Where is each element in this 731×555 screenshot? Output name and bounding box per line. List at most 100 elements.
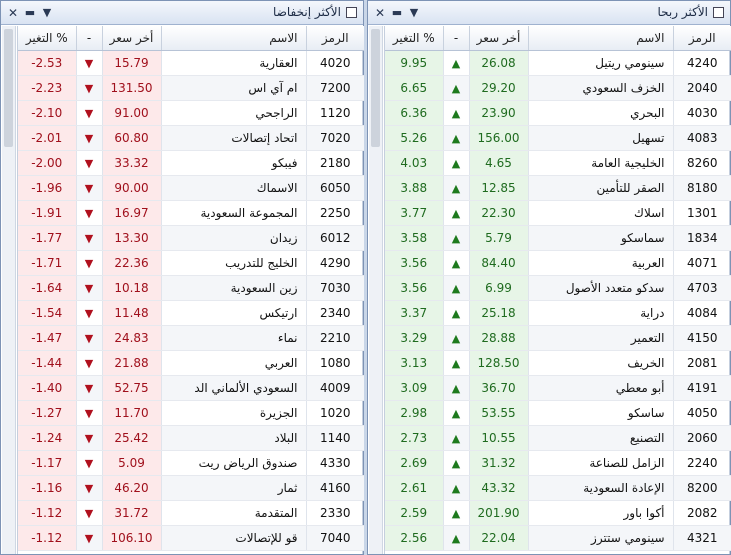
table-row[interactable]: -1.27 ▼ 11.70 الجزيرة 1020 [18,400,364,426]
name-cell: الاسماك [161,175,307,201]
name-cell: قو للإتصالات [161,525,307,551]
scrollbar-thumb[interactable] [371,29,380,147]
symbol-cell: 2180 [306,150,364,176]
table-row[interactable]: 3.56 ▲ 84.40 العربية 4071 [385,250,731,276]
price-cell: 53.55 [469,400,529,426]
top-gainers-titlebar: ✕ ▬ ▼ الأكثر ربحا [368,1,730,25]
table-row[interactable]: -2.53 ▼ 15.79 العقارية 4020 [18,50,364,76]
table-row[interactable]: 9.95 ▲ 26.08 سينومي ريتيل 4240 [385,50,731,76]
symbol-cell: 6012 [306,225,364,251]
table-row[interactable]: -2.01 ▼ 60.80 اتحاد إتصالات 7020 [18,125,364,151]
arrow-up-icon: ▲ [451,206,461,220]
change-cell: -1.12 [18,525,77,551]
change-cell: 5.26 [385,125,444,151]
vertical-scrollbar[interactable] [369,26,383,554]
table-row[interactable]: 2.56 ▲ 22.04 سينومي ستترز 4321 [385,525,731,551]
price-cell: 15.79 [102,50,162,76]
scrollbar-thumb[interactable] [4,29,13,147]
trend-cell: ▲ [443,500,470,526]
table-row[interactable]: -2.23 ▼ 131.50 ام آي اس 7200 [18,75,364,101]
name-cell: الخليج للتدريب [161,250,307,276]
table-row[interactable]: -1.44 ▼ 21.88 العربي 1080 [18,350,364,376]
panel-title: الأكثر إنخفاضا [273,5,341,19]
table-row[interactable]: 3.09 ▲ 36.70 أبو معطي 4191 [385,375,731,401]
table-row[interactable]: 3.13 ▲ 128.50 الخريف 2081 [385,350,731,376]
change-cell: -1.47 [18,325,77,351]
change-cell: -1.91 [18,200,77,226]
table-row[interactable]: 3.77 ▲ 22.30 اسلاك 1301 [385,200,731,226]
close-icon[interactable]: ✕ [372,4,388,21]
table-row[interactable]: -1.12 ▼ 31.72 المتقدمة 2330 [18,500,364,526]
minimize-icon[interactable]: ▬ [22,4,38,21]
table-row[interactable]: -1.71 ▼ 22.36 الخليج للتدريب 4290 [18,250,364,276]
table-row[interactable]: 3.37 ▲ 25.18 دراية 4084 [385,300,731,326]
price-cell: 25.42 [102,425,162,451]
change-cell: 6.65 [385,75,444,101]
header-dash[interactable]: - [443,26,470,51]
header-name[interactable]: الاسم [161,26,307,51]
dropdown-menu-icon[interactable]: ▼ [39,4,55,21]
name-cell: أبو معطي [528,375,674,401]
arrow-up-icon: ▲ [451,156,461,170]
close-icon[interactable]: ✕ [5,4,21,21]
symbol-cell: 4150 [673,325,731,351]
table-row[interactable]: 2.73 ▲ 10.55 التصنيع 2060 [385,425,731,451]
header-symbol[interactable]: الرمز [673,26,731,51]
table-row[interactable]: 2.61 ▲ 43.32 الإعادة السعودية 8200 [385,475,731,501]
trend-cell: ▼ [76,75,103,101]
symbol-cell: 7200 [306,75,364,101]
header-change[interactable]: التغير % [18,26,77,51]
table-row[interactable]: -1.54 ▼ 11.48 ارتيكس 2340 [18,300,364,326]
table-row[interactable]: -1.17 ▼ 5.09 صندوق الرياض ريت 4330 [18,450,364,476]
trend-cell: ▼ [76,325,103,351]
price-cell: 12.85 [469,175,529,201]
arrow-down-icon: ▼ [84,406,94,420]
change-cell: 3.77 [385,200,444,226]
minimize-icon[interactable]: ▬ [389,4,405,21]
table-row[interactable]: -1.96 ▼ 90.00 الاسماك 6050 [18,175,364,201]
table-row[interactable]: -1.40 ▼ 52.75 السعودي الألماني الد 4009 [18,375,364,401]
table-row[interactable]: -1.24 ▼ 25.42 البلاد 1140 [18,425,364,451]
arrow-up-icon: ▲ [451,406,461,420]
arrow-down-icon: ▼ [84,56,94,70]
arrow-up-icon: ▲ [451,531,461,545]
name-cell: الإعادة السعودية [528,475,674,501]
trend-cell: ▼ [76,525,103,551]
header-dash[interactable]: - [76,26,103,51]
name-cell: المتقدمة [161,500,307,526]
header-price[interactable]: أخر سعر [102,26,162,51]
name-cell: ارتيكس [161,300,307,326]
arrow-up-icon: ▲ [451,231,461,245]
header-change[interactable]: التغير % [385,26,444,51]
vertical-scrollbar[interactable] [2,26,16,554]
name-cell: التعمير [528,325,674,351]
table-row[interactable]: -1.12 ▼ 106.10 قو للإتصالات 7040 [18,525,364,551]
table-row[interactable]: 3.58 ▲ 5.79 سماسكو 1834 [385,225,731,251]
table-row[interactable]: -1.77 ▼ 13.30 زيدان 6012 [18,225,364,251]
table-row[interactable]: 6.36 ▲ 23.90 البحري 4030 [385,100,731,126]
trend-cell: ▲ [443,325,470,351]
table-row[interactable]: -1.91 ▼ 16.97 المجموعة السعودية 2250 [18,200,364,226]
table-row[interactable]: -1.64 ▼ 10.18 زين السعودية 7030 [18,275,364,301]
table-row[interactable]: -2.10 ▼ 91.00 الراجحي 1120 [18,100,364,126]
header-price[interactable]: أخر سعر [469,26,529,51]
header-symbol[interactable]: الرمز [306,26,364,51]
table-row[interactable]: 4.03 ▲ 4.65 الخليجية العامة 8260 [385,150,731,176]
table-row[interactable]: 2.69 ▲ 31.32 الزامل للصناعة 2240 [385,450,731,476]
table-row[interactable]: -1.16 ▼ 46.20 ثمار 4160 [18,475,364,501]
table-row[interactable]: -1.47 ▼ 24.83 نماء 2210 [18,325,364,351]
table-row[interactable]: 5.26 ▲ 156.00 تسهيل 4083 [385,125,731,151]
table-row[interactable]: 3.29 ▲ 28.88 التعمير 4150 [385,325,731,351]
symbol-cell: 8180 [673,175,731,201]
price-cell: 5.79 [469,225,529,251]
table-row[interactable]: 2.98 ▲ 53.55 ساسكو 4050 [385,400,731,426]
header-name[interactable]: الاسم [528,26,674,51]
table-row[interactable]: 3.56 ▲ 6.99 سدكو متعدد الأصول 4703 [385,275,731,301]
arrow-up-icon: ▲ [451,431,461,445]
table-row[interactable]: -2.00 ▼ 33.32 فيبكو 2180 [18,150,364,176]
dropdown-menu-icon[interactable]: ▼ [406,4,422,21]
table-row[interactable]: 6.65 ▲ 29.20 الخزف السعودي 2040 [385,75,731,101]
table-row[interactable]: 2.59 ▲ 201.90 أكوا باور 2082 [385,500,731,526]
arrow-down-icon: ▼ [84,231,94,245]
table-row[interactable]: 3.88 ▲ 12.85 الصقر للتأمين 8180 [385,175,731,201]
